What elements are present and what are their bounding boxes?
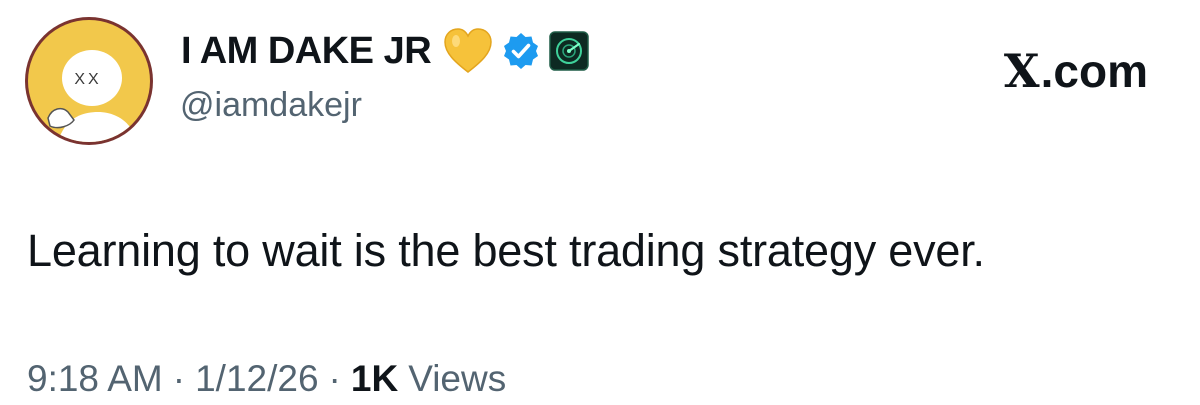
affiliate-badge-icon[interactable] bbox=[549, 31, 589, 71]
views-label: Views bbox=[408, 358, 507, 399]
x-logo-icon: X bbox=[1003, 44, 1040, 98]
verified-badge-icon[interactable] bbox=[501, 31, 541, 71]
x-brand-logo: X .com bbox=[1004, 44, 1148, 98]
avatar-eyes-text: XX bbox=[74, 71, 101, 88]
brand-domain-text: .com bbox=[1040, 45, 1148, 97]
author-handle[interactable]: @iamdakejr bbox=[180, 86, 362, 125]
display-name[interactable]: I AM DAKE JR bbox=[181, 30, 432, 73]
tweet-text: Learning to wait is the best trading str… bbox=[27, 225, 985, 276]
tweet-date[interactable]: 1/12/26 bbox=[195, 358, 318, 400]
avatar[interactable]: XX bbox=[25, 17, 153, 145]
meta-separator: · bbox=[328, 358, 341, 399]
yellow-heart-icon bbox=[443, 28, 493, 74]
meta-separator: · bbox=[172, 358, 186, 399]
views-count: 1K bbox=[350, 358, 399, 399]
tweet-meta: 9:18 AM · 1/12/26 · 1K Views bbox=[27, 358, 506, 400]
tweet-time[interactable]: 9:18 AM bbox=[27, 358, 163, 400]
author-name-row: I AM DAKE JR bbox=[181, 22, 597, 80]
avatar-image: XX bbox=[28, 20, 150, 142]
